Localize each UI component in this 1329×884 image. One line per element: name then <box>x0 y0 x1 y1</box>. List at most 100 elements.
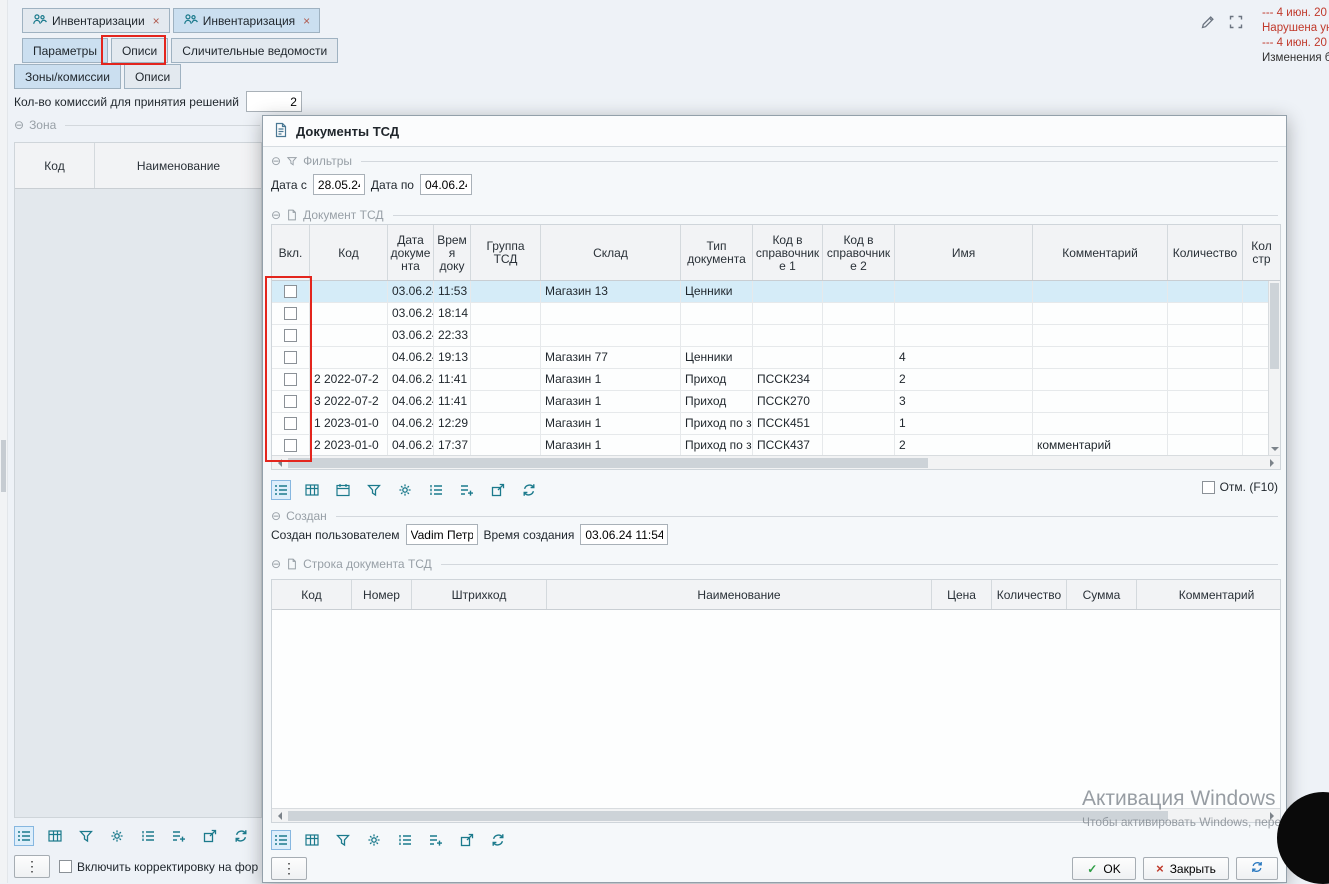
row-checkbox[interactable] <box>284 351 297 364</box>
table-row[interactable]: 3 2022-07-204.06.2411:41Магазин 1ПриходП… <box>272 391 1268 413</box>
menu-dots-button[interactable]: ⋮ <box>14 855 50 878</box>
scrollbar-thumb[interactable] <box>1270 283 1279 369</box>
settings-icon[interactable] <box>107 826 127 846</box>
column-header[interactable]: Время доку <box>434 225 471 281</box>
ok-button[interactable]: ✓ OK <box>1072 857 1136 880</box>
date-to-field[interactable] <box>420 174 472 195</box>
created-time-field[interactable] <box>580 524 668 545</box>
tab-zones-commissions[interactable]: Зоны/комиссии <box>14 64 121 89</box>
window-scrollbar-thumb[interactable] <box>1 440 6 492</box>
column-header[interactable]: Наименование <box>95 143 261 189</box>
numbered-list-icon[interactable] <box>138 826 158 846</box>
refresh-icon[interactable] <box>488 830 508 850</box>
tab-opisi[interactable]: Описи <box>111 38 168 63</box>
scrollbar-thumb[interactable] <box>288 458 928 468</box>
otm-checkbox[interactable] <box>1202 481 1215 494</box>
column-header[interactable]: Код в справочнике 2 <box>823 225 895 281</box>
tab-opisi-inner[interactable]: Описи <box>124 64 181 89</box>
collapse-icon[interactable]: ⊖ <box>14 118 24 132</box>
column-header[interactable]: Штрихкод <box>412 580 547 610</box>
list-add-icon[interactable] <box>169 826 189 846</box>
row-checkbox[interactable] <box>284 439 297 452</box>
open-external-icon[interactable] <box>457 830 477 850</box>
numbered-list-icon[interactable] <box>395 830 415 850</box>
refresh-icon[interactable] <box>519 480 539 500</box>
scroll-down-icon[interactable] <box>1271 447 1279 455</box>
table-row[interactable]: 1 2023-01-004.06.2412:29Магазин 1Приход … <box>272 413 1268 435</box>
edit-pencil-icon[interactable] <box>1198 12 1218 32</box>
collapse-icon[interactable]: ⊖ <box>271 208 281 222</box>
column-header[interactable]: Код <box>272 580 352 610</box>
table-view-icon[interactable] <box>302 830 322 850</box>
commissions-count-field[interactable] <box>246 91 302 112</box>
window-tab-inventories[interactable]: Инвентаризации × <box>22 8 170 33</box>
column-header[interactable]: Сумма <box>1067 580 1137 610</box>
scroll-left-icon[interactable] <box>274 812 282 820</box>
column-header[interactable]: Кол стр <box>1243 225 1280 281</box>
table-row[interactable]: 2 2023-01-004.06.2417:37Магазин 1Приход … <box>272 435 1268 455</box>
list-view-icon[interactable] <box>271 830 291 850</box>
column-header[interactable]: Номер <box>352 580 412 610</box>
column-header[interactable]: Код <box>15 143 95 189</box>
collapse-icon[interactable]: ⊖ <box>271 154 281 168</box>
filter-icon[interactable] <box>333 830 353 850</box>
row-checkbox[interactable] <box>284 395 297 408</box>
open-external-icon[interactable] <box>488 480 508 500</box>
numbered-list-icon[interactable] <box>426 480 446 500</box>
close-icon[interactable]: × <box>303 15 310 27</box>
close-button[interactable]: × Закрыть <box>1143 857 1229 880</box>
filter-icon[interactable] <box>76 826 96 846</box>
list-add-icon[interactable] <box>426 830 446 850</box>
calendar-icon[interactable] <box>333 480 353 500</box>
doc-table-hscrollbar[interactable] <box>272 455 1280 469</box>
column-header[interactable]: Код <box>310 225 388 281</box>
list-view-icon[interactable] <box>14 826 34 846</box>
row-checkbox[interactable] <box>284 329 297 342</box>
column-header[interactable]: Группа ТСД <box>471 225 541 281</box>
table-row[interactable]: 2 2022-07-204.06.2411:41Магазин 1ПриходП… <box>272 369 1268 391</box>
created-by-field[interactable] <box>406 524 478 545</box>
scroll-left-icon[interactable] <box>274 459 282 467</box>
window-vertical-scrollbar[interactable] <box>0 0 8 883</box>
menu-dots-button[interactable]: ⋮ <box>271 857 307 880</box>
fullscreen-icon[interactable] <box>1226 12 1246 32</box>
collapse-icon[interactable]: ⊖ <box>271 557 281 571</box>
column-header[interactable]: Количество <box>992 580 1067 610</box>
table-view-icon[interactable] <box>302 480 322 500</box>
open-external-icon[interactable] <box>200 826 220 846</box>
tab-parameters[interactable]: Параметры <box>22 38 108 63</box>
column-header[interactable]: Тип документа <box>681 225 753 281</box>
scrollbar-thumb[interactable] <box>288 811 1168 821</box>
table-row[interactable]: 03.06.2411:53Магазин 13Ценники <box>272 281 1268 303</box>
doc-table-vscrollbar[interactable] <box>1268 281 1280 455</box>
column-header[interactable]: Комментарий <box>1033 225 1168 281</box>
column-header[interactable]: Комментарий <box>1137 580 1280 610</box>
table-view-icon[interactable] <box>45 826 65 846</box>
settings-icon[interactable] <box>395 480 415 500</box>
window-tab-inventory[interactable]: Инвентаризация × <box>173 8 320 33</box>
collapse-icon[interactable]: ⊖ <box>271 509 281 523</box>
column-header[interactable]: Вкл. <box>272 225 310 281</box>
table-row[interactable]: 04.06.2419:13Магазин 77Ценники4 <box>272 347 1268 369</box>
column-header[interactable]: Наименование <box>547 580 932 610</box>
row-checkbox[interactable] <box>284 417 297 430</box>
refresh-button[interactable] <box>1236 857 1278 880</box>
row-checkbox[interactable] <box>284 373 297 386</box>
column-header[interactable]: Дата документа <box>388 225 434 281</box>
tab-comparison-sheets[interactable]: Сличительные ведомости <box>171 38 338 63</box>
column-header[interactable]: Цена <box>932 580 992 610</box>
column-header[interactable]: Количество <box>1168 225 1243 281</box>
table-row[interactable]: 03.06.2418:14 <box>272 303 1268 325</box>
column-header[interactable]: Имя <box>895 225 1033 281</box>
table-row[interactable]: 03.06.2422:33 <box>272 325 1268 347</box>
list-add-icon[interactable] <box>457 480 477 500</box>
column-header[interactable]: Склад <box>541 225 681 281</box>
row-checkbox[interactable] <box>284 307 297 320</box>
filter-icon[interactable] <box>364 480 384 500</box>
refresh-icon[interactable] <box>231 826 251 846</box>
date-from-field[interactable] <box>313 174 365 195</box>
list-view-icon[interactable] <box>271 480 291 500</box>
settings-icon[interactable] <box>364 830 384 850</box>
row-checkbox[interactable] <box>284 285 297 298</box>
column-header[interactable]: Код в справочнике 1 <box>753 225 823 281</box>
